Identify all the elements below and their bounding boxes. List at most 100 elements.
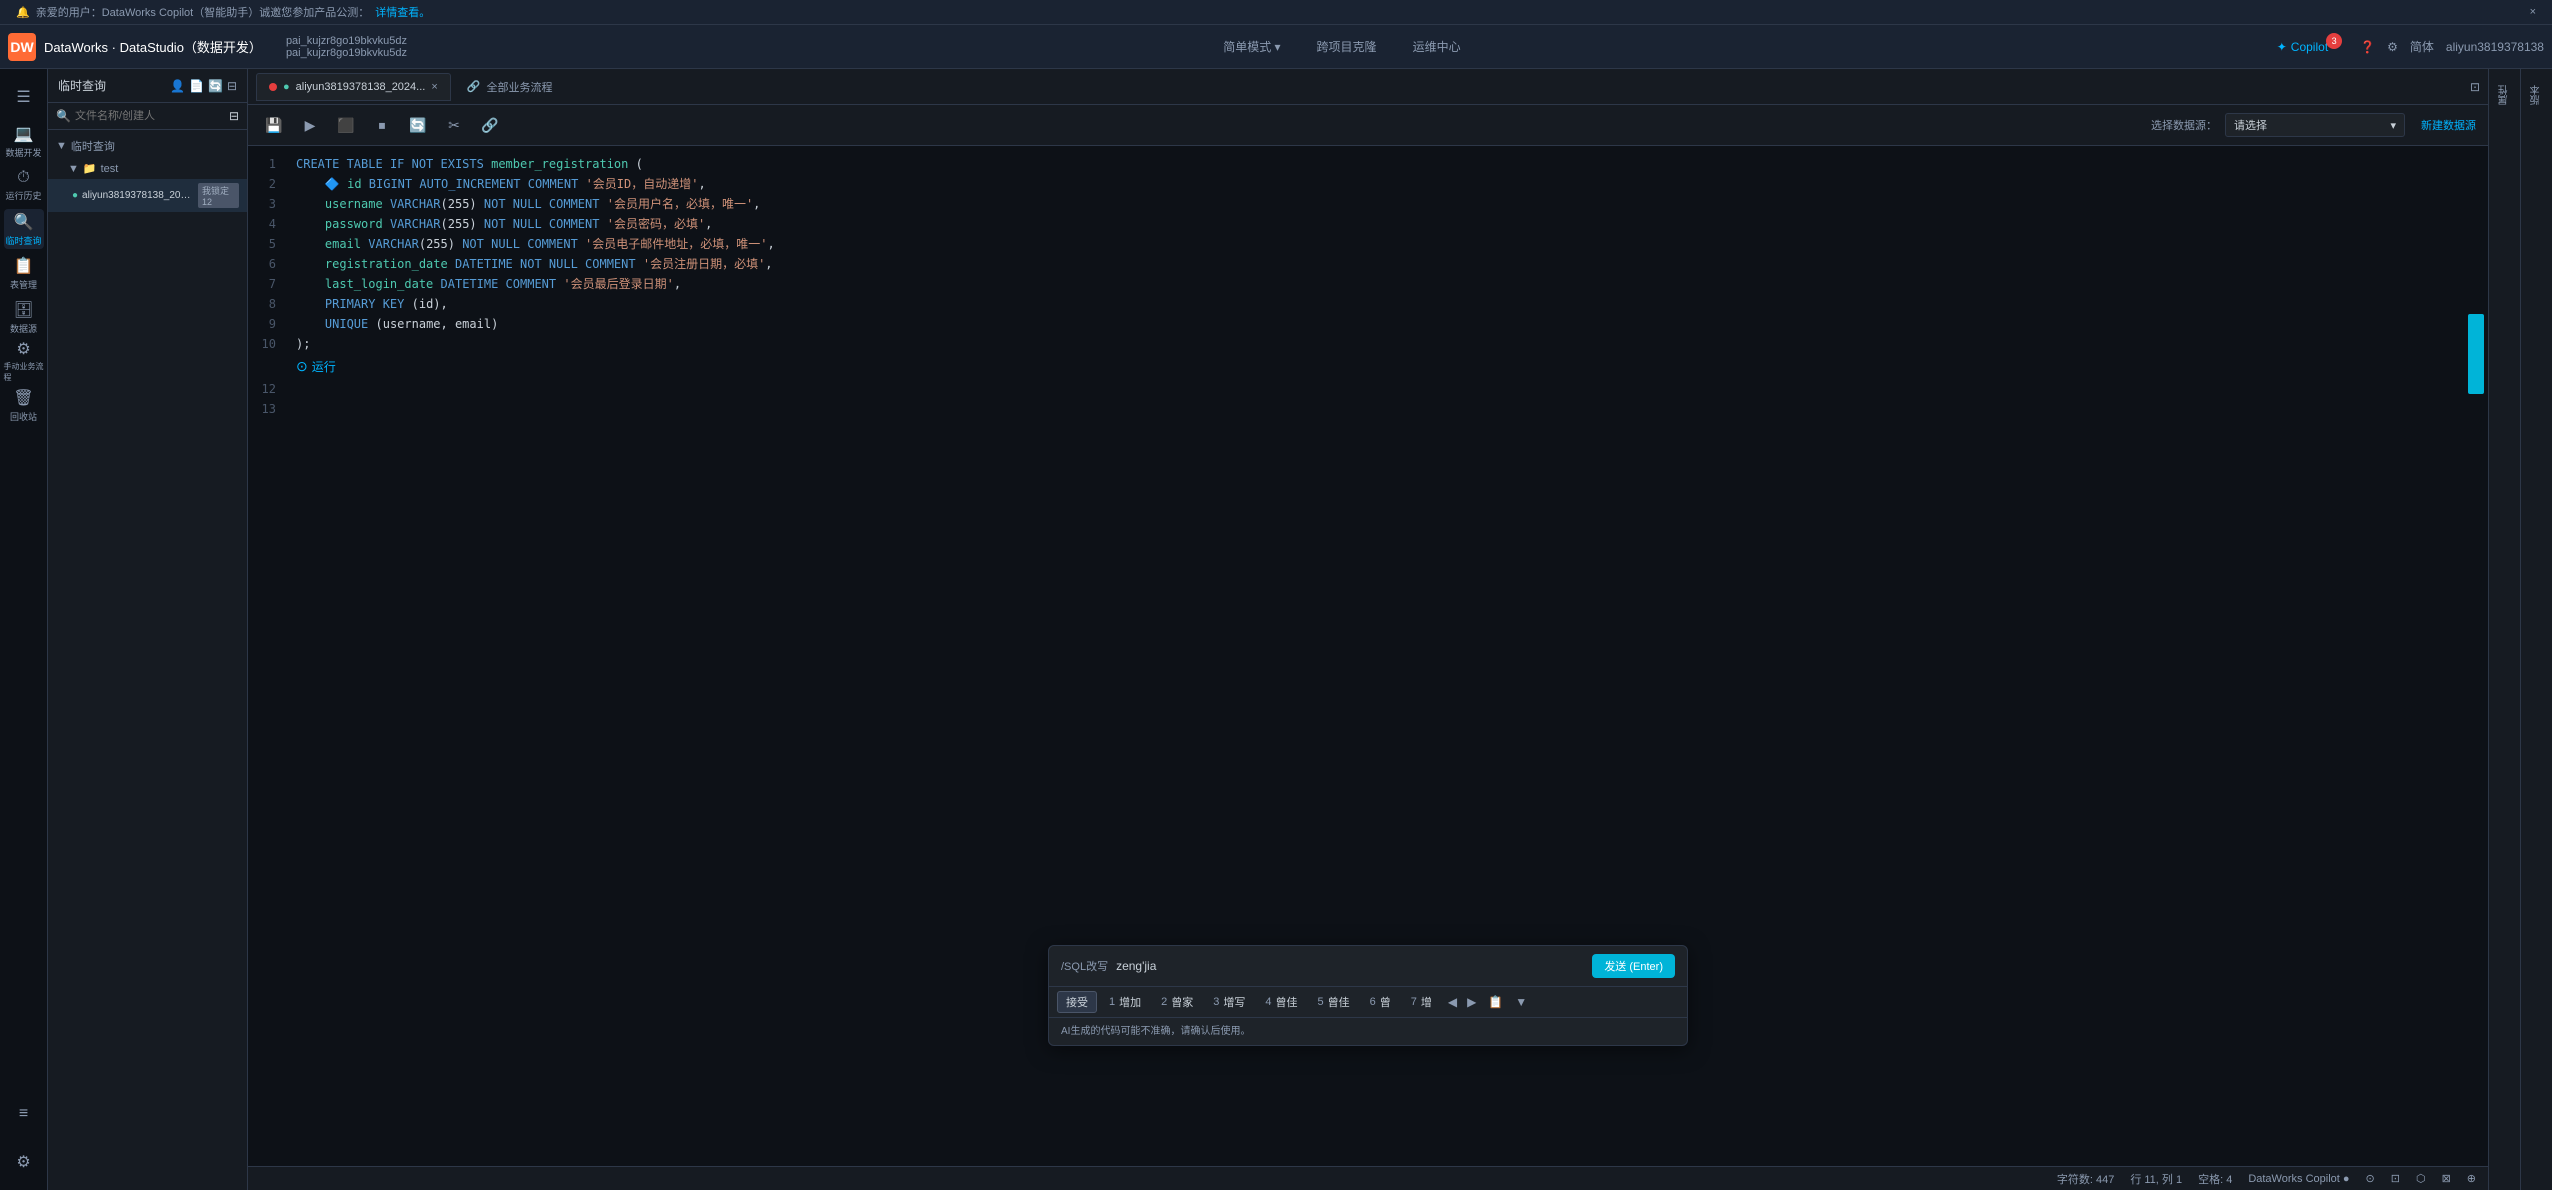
line-content-9: UNIQUE (username, email): [288, 314, 498, 334]
properties-label: 属性: [2497, 85, 2512, 105]
suggestion-num-6: 6: [1370, 996, 1376, 1008]
copy-icon[interactable]: 📋: [1484, 993, 1507, 1011]
nav-item-menu[interactable]: ☰: [4, 77, 44, 117]
new-datasource-button[interactable]: 新建数据源: [2421, 117, 2476, 133]
main-content: ● aliyun3819378138_2024... × 🔗 全部业务流程 ⊡ …: [248, 69, 2488, 1190]
editor-tab-active[interactable]: ● aliyun3819378138_2024... ×: [256, 73, 451, 101]
nav-next-icon[interactable]: ▶: [1463, 993, 1480, 1011]
suggestion-item-4[interactable]: 4 曾佳: [1257, 991, 1305, 1013]
nav-tab-simple[interactable]: 简单模式 ▾: [1207, 32, 1296, 61]
status-action-icon-3[interactable]: ⬡: [2416, 1172, 2426, 1185]
ai-input-field[interactable]: [1116, 959, 1584, 973]
top-banner: 🔔 亲爱的用户：DataWorks Copilot（智能助手）诚邀您参加产品公测…: [0, 0, 2552, 25]
nav-tab-ops[interactable]: 运维中心: [1397, 32, 1477, 61]
line-content-2: 🔷 id BIGINT AUTO_INCREMENT COMMENT '会员ID…: [288, 174, 706, 194]
line-content-5: email VARCHAR(255) NOT NULL COMMENT '会员电…: [288, 234, 775, 254]
nav-tab-cross[interactable]: 跨项目克隆: [1301, 32, 1393, 61]
nav-item-settings[interactable]: ⚙: [4, 1142, 44, 1182]
nav-item-query[interactable]: 🔍 临时查询: [4, 209, 44, 249]
refresh-button[interactable]: 🔄: [404, 111, 432, 139]
code-line-8: 8 PRIMARY KEY (id),: [248, 294, 2488, 314]
format-button[interactable]: ⬛: [332, 111, 360, 139]
suggestion-item-7[interactable]: 7 增: [1403, 991, 1440, 1013]
sidebar-new-icon[interactable]: 📄: [189, 79, 204, 93]
sidebar-section-header[interactable]: ▼ 临时查询: [48, 134, 247, 158]
datasource-placeholder: 请选择: [2234, 117, 2267, 133]
stop-button[interactable]: ⏹: [368, 111, 396, 139]
nav-item-workflow[interactable]: ⚙ 手动业务流程: [4, 341, 44, 381]
search-input[interactable]: [75, 110, 225, 122]
editor-tab-workflow[interactable]: 🔗 全部业务流程: [455, 73, 565, 101]
tab-close-icon[interactable]: ×: [431, 81, 437, 93]
suggestion-item-1[interactable]: 1 增加: [1101, 991, 1149, 1013]
settings-icon[interactable]: ⚙: [2387, 40, 2398, 54]
lang-label[interactable]: 简体: [2410, 38, 2434, 55]
folder-item-test[interactable]: ▼ 📁 test: [48, 158, 247, 179]
suggestion-item-2[interactable]: 2 曾家: [1153, 991, 1201, 1013]
logo-icon: DW: [8, 33, 36, 61]
sidebar-user-icon[interactable]: 👤: [170, 79, 185, 93]
side-panels: 属性 版本: [2488, 69, 2552, 1190]
suggestion-label-6: 曾: [1380, 994, 1391, 1010]
code-editor[interactable]: 1 CREATE TABLE IF NOT EXISTS member_regi…: [248, 146, 2488, 1166]
nav-item-bottom1[interactable]: ≡: [4, 1094, 44, 1134]
filter-icon[interactable]: ⊟: [229, 109, 239, 123]
folder-icon: 📁: [83, 162, 97, 175]
nav-label-table: 表管理: [10, 278, 37, 291]
account-info: pai_kujzr8go19bkvku5dz pai_kujzr8go19bkv…: [286, 35, 407, 59]
sidebar-refresh-icon[interactable]: 🔄: [208, 79, 223, 93]
sidebar-header: 临时查询 👤 📄 🔄 ⊟: [48, 69, 247, 103]
line-num-6: 6: [248, 254, 288, 274]
nav-item-history[interactable]: ⏱ 运行历史: [4, 165, 44, 205]
run-button[interactable]: ▶: [296, 111, 324, 139]
nav-prev-icon[interactable]: ◀: [1444, 993, 1461, 1011]
version-panel: 版本: [2520, 69, 2552, 1190]
cut-button[interactable]: ✂: [440, 111, 468, 139]
account-name: pai_kujzr8go19bkvku5dz: [286, 35, 407, 47]
file-badge: 我锁定 12: [198, 183, 239, 208]
status-bar: 字符数: 447 行 11, 列 1 空格: 4 DataWorks Copil…: [248, 1166, 2488, 1190]
account-name2: pai_kujzr8go19bkvku5dz: [286, 47, 407, 59]
datasource-select[interactable]: 请选择 ▾: [2225, 113, 2405, 137]
sidebar-settings-icon[interactable]: ⊟: [227, 79, 237, 93]
banner-close[interactable]: ×: [2530, 6, 2536, 18]
suggestion-item-6[interactable]: 6 曾: [1362, 991, 1399, 1013]
dev-icon: 💻: [14, 124, 34, 144]
expand-down-icon[interactable]: ▼: [1511, 993, 1531, 1011]
recycle-icon: 🗑: [13, 388, 33, 408]
status-action-icon-1[interactable]: ⊙: [2366, 1172, 2375, 1185]
copilot-button[interactable]: ✦ Copilot 3: [2277, 39, 2348, 55]
code-line-4: 4 password VARCHAR(255) NOT NULL COMMENT…: [248, 214, 2488, 234]
nav-item-datasource[interactable]: 🗄 数据源: [4, 297, 44, 337]
status-action-icon-5[interactable]: ⊕: [2467, 1172, 2476, 1185]
suggestion-item-5[interactable]: 5 曾佳: [1310, 991, 1358, 1013]
suggestion-item-3[interactable]: 3 增写: [1205, 991, 1253, 1013]
status-spaces: 空格: 4: [2198, 1171, 2232, 1187]
run-inline-button[interactable]: ⊙ 运行: [296, 358, 336, 375]
editor-tabs: ● aliyun3819378138_2024... × 🔗 全部业务流程 ⊡: [248, 69, 2488, 105]
menu-icon: ☰: [16, 87, 30, 107]
section-title: 临时查询: [71, 138, 115, 154]
status-action-icon-4[interactable]: ⊠: [2442, 1172, 2451, 1185]
help-icon[interactable]: ❓: [2360, 40, 2375, 54]
sidebar-search-area: 🔍 ⊟: [48, 103, 247, 130]
tab-expand-icon[interactable]: ⊡: [2470, 80, 2480, 94]
nav-label-workflow: 手动业务流程: [4, 361, 44, 383]
nav-label-datasource: 数据源: [10, 322, 37, 335]
blue-scroll-indicator: [2468, 314, 2484, 394]
ai-send-button[interactable]: 发送 (Enter): [1592, 954, 1675, 978]
status-action-icon-2[interactable]: ⊡: [2391, 1172, 2400, 1185]
file-item[interactable]: ● aliyun3819378138_2024_12_10_09_21_32 我…: [48, 179, 247, 212]
tab-label: aliyun3819378138_2024...: [296, 81, 426, 93]
nav-item-recycle[interactable]: 🗑 回收站: [4, 385, 44, 425]
banner-link[interactable]: 详情查看。: [375, 4, 430, 20]
accept-button[interactable]: 接受: [1057, 991, 1097, 1013]
link-button[interactable]: 🔗: [476, 111, 504, 139]
version-label: 版本: [2529, 85, 2544, 105]
logo-area: DW DataWorks · DataStudio（数据开发）: [8, 33, 262, 61]
line-content-3: username VARCHAR(255) NOT NULL COMMENT '…: [288, 194, 760, 214]
nav-item-dev[interactable]: 💻 数据开发: [4, 121, 44, 161]
nav-item-table[interactable]: 📋 表管理: [4, 253, 44, 293]
save-button[interactable]: 💾: [260, 111, 288, 139]
banner-text: 亲爱的用户：DataWorks Copilot（智能助手）诚邀您参加产品公测：: [36, 4, 370, 20]
